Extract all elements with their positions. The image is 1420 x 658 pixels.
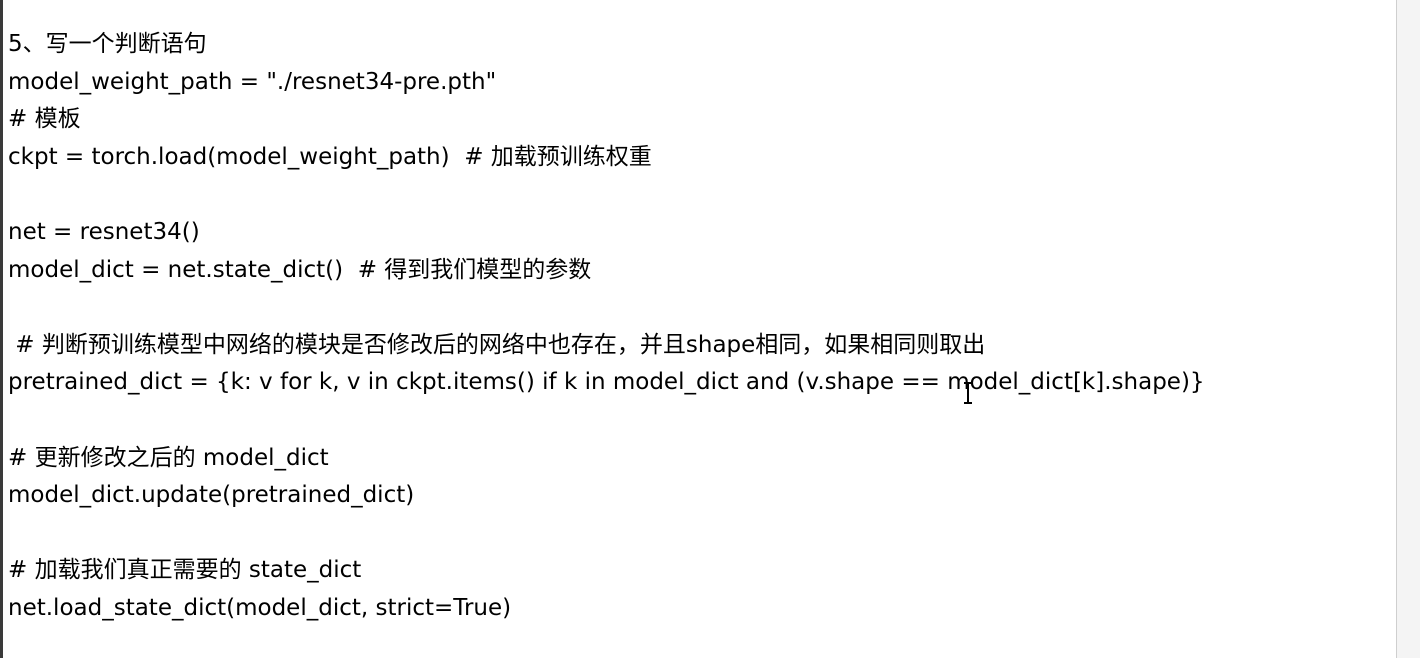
heading-line: 5、写一个判断语句 [8, 31, 207, 57]
code-line: model_weight_path = "./resnet34-pre.pth" [8, 68, 497, 95]
comment-line: # 加载我们真正需要的 state_dict [8, 557, 362, 584]
code-line: model_dict.update(pretrained_dict) [8, 482, 415, 509]
code-line: net = resnet34() [8, 218, 200, 245]
code-line: net.load_state_dict(model_dict, strict=T… [8, 594, 512, 621]
comment-line: # 模板 [8, 106, 81, 133]
text-ibeam-cursor-icon [963, 382, 973, 404]
code-line: ckpt = torch.load(model_weight_path) # 加… [8, 143, 652, 170]
code-line: pretrained_dict = {k: v for k, v in ckpt… [8, 369, 1205, 396]
document-text-area[interactable]: 5、写一个判断语句 model_weight_path = "./resnet3… [8, 26, 1388, 628]
comment-line: # 更新修改之后的 model_dict [8, 444, 329, 471]
document-window: 5、写一个判断语句 model_weight_path = "./resnet3… [0, 0, 1420, 658]
vertical-scrollbar[interactable] [1396, 0, 1420, 658]
window-left-border [0, 0, 3, 658]
comment-line: # 判断预训练模型中网络的模块是否修改后的网络中也存在，并且shape相同，如果… [8, 331, 986, 358]
code-line: model_dict = net.state_dict() # 得到我们模型的参… [8, 256, 592, 283]
